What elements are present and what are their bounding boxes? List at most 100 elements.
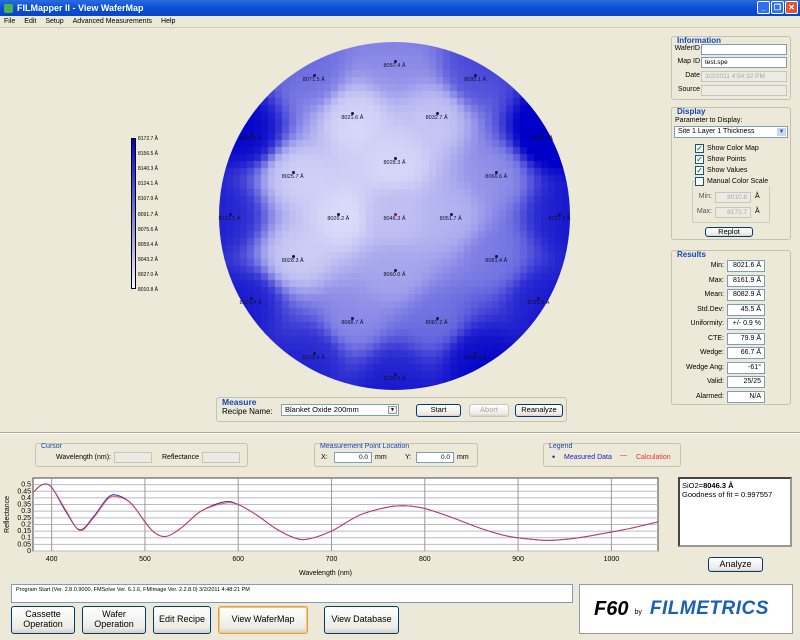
min-unit: Å [755,193,760,200]
result-value: 45.5 Å [727,303,765,316]
start-button[interactable]: Start [416,404,461,417]
wafer-point[interactable]: 8125.4 Å [240,296,262,306]
point-marker-icon [449,213,453,216]
wafer-operation-button[interactable]: Wafer Operation [82,606,146,634]
cursor-group: Cursor Wavelength (nm): Reflectance [35,443,248,467]
wafer-point[interactable]: 8120.4 Å [303,352,325,361]
calculation-legend: Calculation [636,454,671,461]
reflectance-chart[interactable]: 0 0.05 0.1 0.15 0.2 0.25 0.3 0.35 0.4 0.45 0.5 400 5… [0,475,670,580]
wafer-point[interactable]: 8071.5 Å [303,73,325,83]
show-points-checkbox[interactable]: ✓ Show Points [695,155,746,164]
wafer-point[interactable]: 8087.2 Å [426,317,448,326]
checkbox-checked-icon: ✓ [695,155,704,164]
chevron-down-icon[interactable]: ▼ [388,406,397,414]
edit-recipe-button[interactable]: Edit Recipe [153,606,211,634]
parameter-dropdown[interactable]: Site 1 Layer 1 Thickness ▼ [674,126,788,138]
wafer-point[interactable]: 8028.3 Å [282,254,304,264]
mapid-field[interactable]: test.spe [701,57,787,68]
point-marker-icon [351,317,355,321]
wafer-point[interactable]: 8068.7 Å [341,317,363,326]
result-label: Uniformity: [690,320,724,327]
manual-color-scale-checkbox[interactable]: Manual Color Scale [695,177,771,186]
minimize-button[interactable]: _ [757,1,770,14]
y-tick-label: 0.4 [21,495,31,502]
abort-button: Abort [469,404,509,417]
wafer-point[interactable]: 8028.3 Å [383,157,406,166]
recipe-name-dropdown[interactable]: Blanket Oxide 200mm ▼ [281,404,399,416]
wafer-point[interactable]: 8125.5 Å [527,296,550,306]
wafer-point[interactable]: 8126.6 Å [383,373,406,382]
recipe-name-value: Blanket Oxide 200mm [285,405,359,414]
wafer-point[interactable]: 8057.4 Å [383,59,406,69]
restore-button[interactable]: ❐ [771,1,784,14]
cassette-operation-button[interactable]: Cassette Operation [11,606,75,634]
fit-layer-label: SiO2= [682,481,704,490]
point-marker-icon [228,213,232,216]
menu-file[interactable]: File [4,18,15,25]
filmetrics-logo: F60 by FILMETRICS [579,584,793,634]
show-color-map-label: Show Color Map [707,145,759,152]
result-value: 8082.9 Å [727,289,765,301]
point-value: 8125.5 Å [527,299,550,306]
point-value: 8046.3 Å [383,216,406,222]
wafer-point[interactable]: 8121.5 Å [219,213,241,222]
x-tick-label: 600 [232,556,244,563]
point-marker-icon [474,73,478,77]
menu-advanced-measurements[interactable]: Advanced Measurements [73,18,152,25]
result-value: 66.7 Å [727,347,765,359]
point-marker-icon [291,171,295,175]
wafer-point[interactable]: 8157.7 Å [530,132,553,142]
point-value: 8157.7 Å [530,135,553,142]
analyze-button[interactable]: Analyze [708,557,763,572]
color-scale-label: 8043.2 Å [138,256,159,263]
wafer-point[interactable]: 8026.2 Å [327,213,349,222]
mapid-label: Map ID [677,58,700,65]
max-field: 8172.7 [715,207,751,218]
view-database-button[interactable]: View Database [324,606,399,634]
point-marker-icon [312,73,316,77]
result-label: CTE: [708,334,724,342]
location-title: Measurement Point Location [320,443,410,450]
show-values-checkbox[interactable]: ✓ Show Values [695,166,747,175]
show-points-label: Show Points [707,156,746,163]
point-marker-icon [393,213,397,216]
wafer-point[interactable]: 8140.2 Å [240,132,262,142]
show-color-map-checkbox[interactable]: ✓ Show Color Map [695,144,759,153]
wafer-point[interactable]: 8025.7 Å [282,171,304,180]
menu-help[interactable]: Help [161,18,175,25]
wafer-point[interactable]: 8127.7 Å [548,213,571,222]
wafer-point[interactable]: 8066.6 Å [485,171,507,180]
point-value: 8127.7 Å [548,216,571,222]
menu-edit[interactable]: Edit [24,18,36,25]
wafer-point[interactable]: 8032.7 Å [425,112,448,122]
wafer-point[interactable]: 8060.0 Å [383,268,406,278]
replot-button[interactable]: Replot [705,227,753,237]
wafer-point[interactable]: 8051.7 Å [440,213,462,222]
wafer-point[interactable]: 8046.3 Å [383,213,406,222]
point-value: 8021.6 Å [341,115,364,122]
close-button[interactable]: ✕ [785,1,798,14]
waferid-field[interactable] [701,44,787,55]
chevron-down-icon[interactable]: ▼ [777,128,786,136]
legend-title: Legend [549,443,573,450]
point-value: 8032.7 Å [425,115,448,122]
wafer-point[interactable]: 8021.6 Å [341,112,364,122]
point-marker-icon [435,317,439,321]
wafer-point[interactable]: 8081.4 Å [485,254,507,264]
x-label: X: [321,454,328,461]
x-tick-label: 1000 [604,556,620,563]
result-label: Mean: [704,291,724,298]
point-value: 8138.9 Å [464,355,487,362]
wafer-point[interactable]: 8095.1 Å [464,73,486,83]
point-marker-icon [393,268,397,272]
menu-setup[interactable]: Setup [45,18,63,25]
max-unit: Å [755,208,760,215]
reanalyze-button[interactable]: Reanalyze [515,404,563,417]
wafer-point[interactable]: 8138.9 Å [464,352,487,362]
result-value: 79.9 Å [727,332,765,345]
source-field [701,85,787,96]
view-wafermap-button[interactable]: View WaferMap [218,606,308,634]
color-scale-label: 8059.4 Å [138,241,159,248]
color-scale-label: 8124.1 Å [138,181,159,188]
point-value: 8057.4 Å [383,62,406,69]
